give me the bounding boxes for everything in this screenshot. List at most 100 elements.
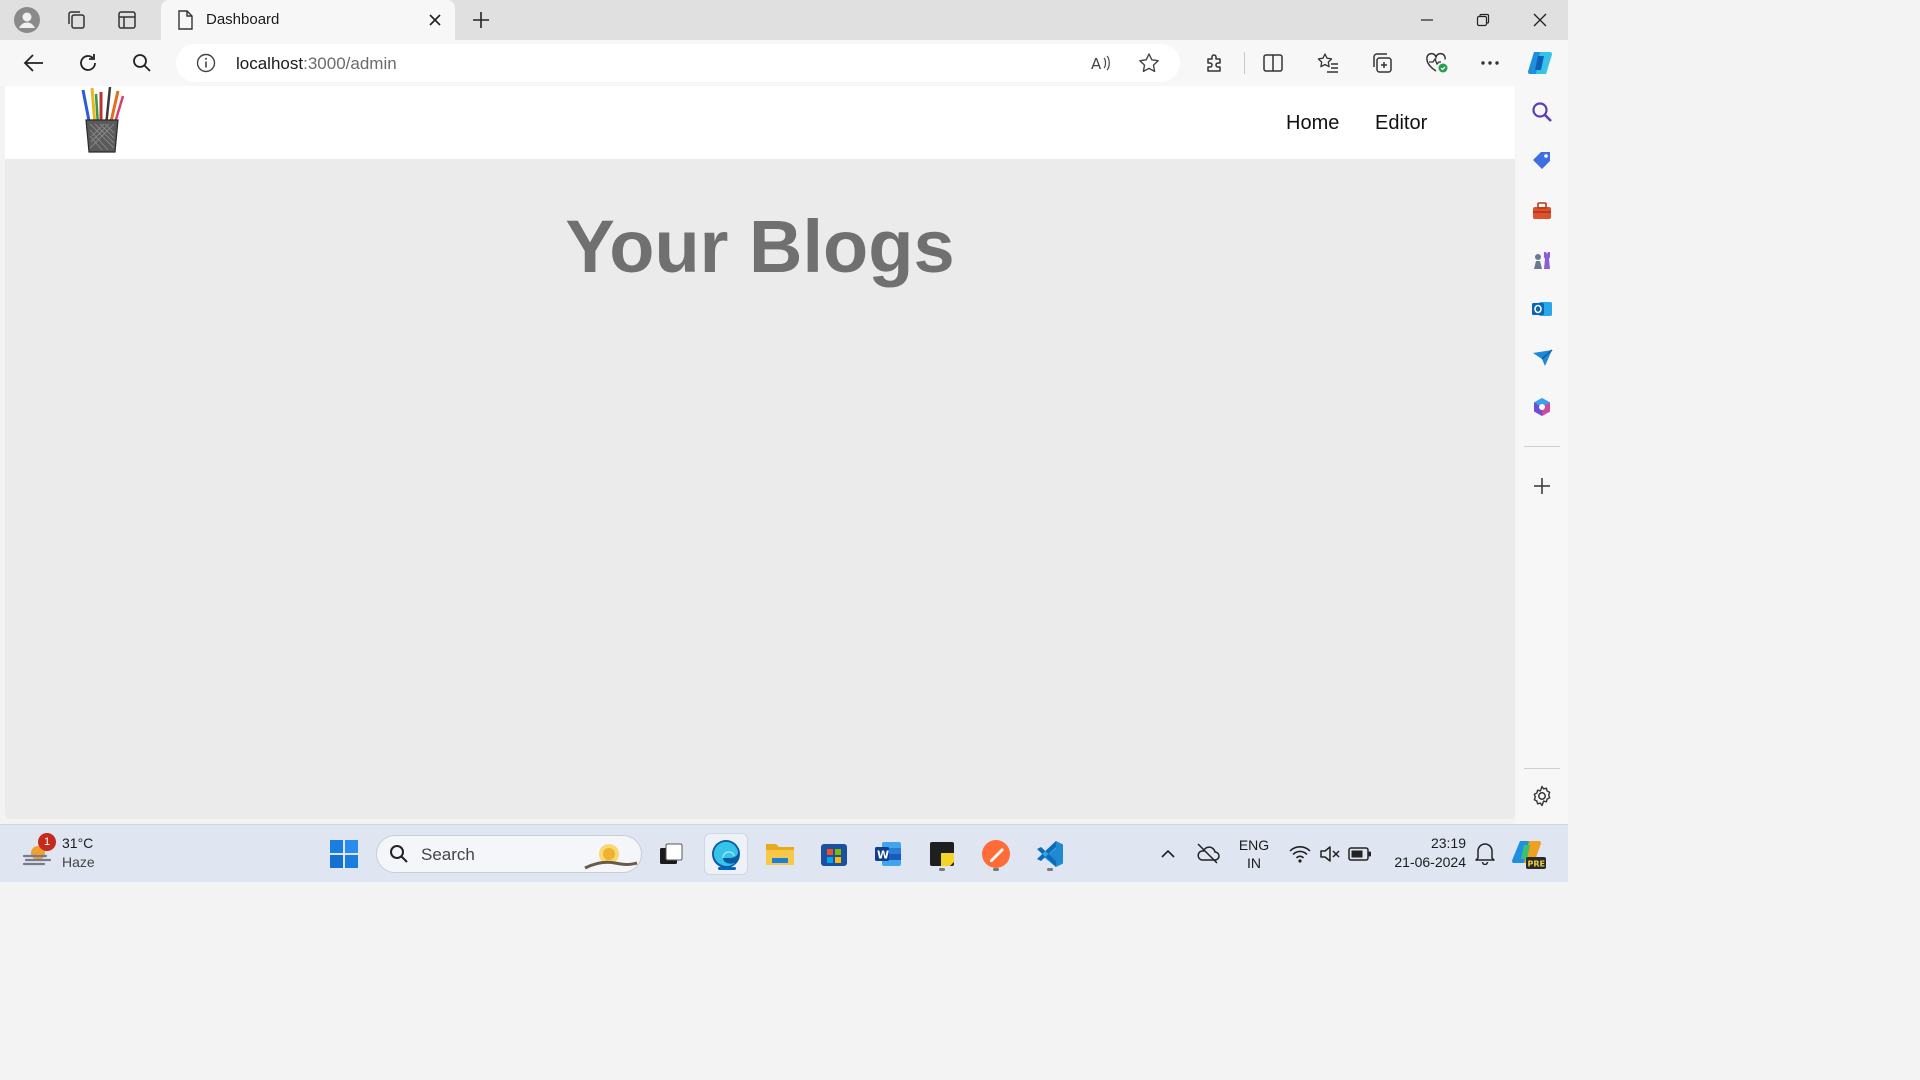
more-dots-icon [1481,61,1499,65]
language-indicator[interactable]: ENG IN [1234,835,1274,875]
favorite-star-icon[interactable] [1138,52,1160,74]
sidebar-shopping-button[interactable] [1528,147,1556,175]
sidebar-games-button[interactable] [1528,246,1556,274]
sidebar-divider [1524,446,1560,447]
send-plane-icon [1533,349,1553,366]
sidebar-outlook-button[interactable] [1528,295,1556,323]
minimize-button[interactable] [1399,0,1455,40]
nav-link-home[interactable]: Home [1286,112,1339,135]
sidebar-m365-button[interactable] [1528,393,1556,421]
svg-text:PRE: PRE [1528,860,1546,869]
running-indicator [939,868,945,871]
extensions-button[interactable] [1197,45,1233,81]
search-icon [133,54,151,72]
notifications-button[interactable] [1474,841,1496,865]
copilot-taskbar-button[interactable]: PRE [1510,837,1546,871]
collections-button[interactable] [1364,45,1400,81]
running-indicator [993,868,999,871]
vscode-icon [1037,841,1063,867]
url-text[interactable]: localhost:3000/admin [236,54,397,74]
running-indicator [1047,868,1053,871]
start-button[interactable] [322,833,366,875]
browser-toolbar: localhost:3000/admin A [0,40,1568,86]
sticky-notes-icon [930,842,954,866]
weather-widget[interactable]: 1 31°C Haze [18,833,108,875]
chess-pieces-icon [1534,252,1550,269]
settings-more-button[interactable] [1472,45,1508,81]
svg-text:W: W [877,849,889,862]
close-window-button[interactable] [1512,0,1568,40]
tab-close-button[interactable] [423,8,447,32]
clock[interactable]: 23:19 21-06-2024 [1384,833,1474,875]
language-line-2: IN [1247,855,1261,871]
close-window-icon [1533,13,1547,27]
restore-button[interactable] [1455,0,1511,40]
taskbar-app-word[interactable]: W [866,833,910,875]
vertical-tabs-button[interactable] [108,4,146,36]
search-placeholder: Search [421,845,475,864]
address-bar[interactable]: localhost:3000/admin A [176,44,1180,82]
favorites-button[interactable] [1310,45,1346,81]
new-tab-button[interactable] [462,4,500,36]
gear-icon [1533,785,1551,807]
show-hidden-icons-button[interactable] [1156,843,1180,865]
refresh-button[interactable] [70,45,106,81]
search-highlight-sunrise-icon [584,844,638,870]
back-button[interactable] [16,45,52,81]
close-icon [429,14,441,26]
read-aloud-icon[interactable]: A [1090,53,1112,73]
active-tab[interactable]: Dashboard [161,0,455,40]
sidebar-drop-button[interactable] [1528,344,1556,372]
onedrive-button[interactable] [1195,841,1221,865]
folder-icon [766,844,794,865]
page-icon [178,10,193,30]
active-indicator [718,867,736,870]
profile-button[interactable] [8,4,46,36]
browser-essentials-button[interactable] [1419,45,1455,81]
nav-link-editor[interactable]: Editor [1375,112,1427,135]
taskbar-app-postman[interactable] [974,833,1018,875]
windows-logo-icon [330,840,358,868]
site-info-icon[interactable] [196,53,216,73]
edge-browser-icon [712,840,740,868]
plus-icon [1534,478,1550,494]
taskbar-app-edge[interactable] [704,833,748,875]
split-screen-button[interactable] [1255,45,1291,81]
toolbar-divider [1244,52,1245,74]
plus-icon [473,12,489,28]
task-view-button[interactable] [649,833,693,875]
workspaces-button[interactable] [57,4,95,36]
minimize-icon [1421,19,1433,21]
pencil-cup-logo[interactable] [77,86,127,156]
taskbar-app-sticky-notes[interactable] [920,833,964,875]
collections-icon [1373,53,1392,73]
sidebar-add-button[interactable] [1528,472,1556,500]
microsoft-365-icon [1534,398,1550,416]
clock-date: 21-06-2024 [1394,854,1466,870]
sidebar-search-button[interactable] [1528,98,1556,126]
copilot-pre-icon: PRE [1511,840,1546,869]
search-tab-button[interactable] [124,45,160,81]
sidebar-settings-button[interactable] [1528,782,1556,810]
outlook-icon [1532,302,1552,316]
taskbar-app-store[interactable] [812,833,856,875]
task-view-icon [660,843,683,864]
url-path: :3000/admin [303,54,397,73]
copilot-button[interactable] [1522,45,1558,81]
language-line-1: ENG [1238,837,1270,853]
restore-icon [1476,13,1490,27]
refresh-icon [80,54,96,71]
taskbar-app-vscode[interactable] [1028,833,1072,875]
quick-settings-button[interactable] [1288,841,1372,867]
sidebar-tools-button[interactable] [1528,197,1556,225]
taskbar-search-box[interactable]: Search [376,835,642,873]
split-screen-icon [1263,54,1283,72]
windows-taskbar: 1 31°C Haze Search W ENG IN 23:19 21-06-… [0,824,1568,882]
search-icon [390,845,408,863]
cloud-offline-icon [1197,843,1220,864]
postman-icon [982,840,1010,868]
sidebar-search-icon [1532,102,1552,122]
clock-time: 23:19 [1430,835,1466,851]
wifi-icon [1289,846,1311,863]
taskbar-app-file-explorer[interactable] [758,833,802,875]
